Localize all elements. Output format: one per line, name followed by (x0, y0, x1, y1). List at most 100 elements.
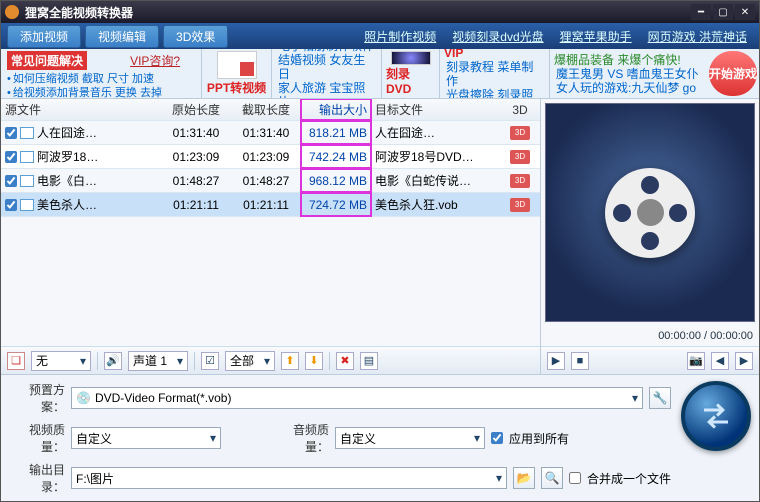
col-cut-len[interactable]: 截取长度 (231, 99, 301, 120)
upgrade-vip[interactable]: 升级 VIP (444, 49, 523, 60)
select-icon[interactable]: ☑ (201, 352, 219, 370)
orig-len: 01:23:09 (161, 145, 231, 168)
table-row[interactable]: 阿波罗18…01:23:0901:23:09742.24 MB阿波罗18号DVD… (1, 145, 540, 169)
subtitle-select[interactable]: 无 (31, 351, 91, 371)
stop-button[interactable]: ■ (571, 352, 589, 370)
convert-button[interactable] (681, 381, 751, 451)
list-toolbar: ❏ 无 🔊 声道 1 ☑ 全部 ⬆ ⬇ ✖ ▤ (1, 346, 540, 374)
film-icon (20, 199, 34, 211)
merge-checkbox[interactable]: 合并成一个文件 (569, 470, 671, 487)
ad-link[interactable]: 家人旅游 宝宝照片 (278, 81, 375, 100)
row-checkbox[interactable] (5, 175, 17, 187)
file-table: 源文件 原始长度 截取长度 输出大小 目标文件 3D 人在囧途… 01:31:40… (1, 99, 540, 346)
prev-frame-button[interactable]: ◀ (711, 352, 729, 370)
ad-link[interactable]: 女人玩的游戏:九天仙梦 go (556, 81, 696, 95)
row-checkbox[interactable] (5, 151, 17, 163)
ppt-label: PPT转视频 (207, 79, 266, 96)
minimize-button[interactable]: ━ (691, 4, 711, 20)
snapshot-button[interactable]: 📷 (687, 352, 705, 370)
preview-viewport (545, 103, 755, 322)
vip-link[interactable]: VIP咨询? (130, 54, 180, 68)
start-game-button[interactable]: 开始游戏 (709, 51, 757, 96)
ad-dvd[interactable]: 刻录DVD (381, 49, 439, 98)
table-row[interactable]: 美色杀人…01:21:1101:21:11724.72 MB美色杀人狂.vob3… (1, 193, 540, 217)
src-name: 美色杀人… (37, 196, 97, 213)
table-row[interactable]: 人在囧途…01:31:4001:31:40818.21 MB人在囧途…3D (1, 121, 540, 145)
nav-link[interactable]: 网页游戏 洪荒神话 (648, 28, 747, 45)
target-name: 电影《白蛇传说… (371, 169, 500, 192)
3d-badge-icon[interactable]: 3D (510, 150, 530, 164)
browse-folder-button[interactable]: 🔍 (541, 467, 563, 489)
subtitle-icon[interactable]: ❏ (7, 352, 25, 370)
ad-text[interactable]: 爆棚品装备 来爆个痛快! (554, 53, 681, 67)
audio-track-select[interactable]: 声道 1 (128, 351, 188, 371)
target-name: 阿波罗18号DVD… (371, 145, 500, 168)
orig-len: 01:31:40 (161, 121, 231, 144)
ad-ppt[interactable]: PPT转视频 (201, 49, 271, 98)
col-3d[interactable]: 3D (500, 99, 540, 120)
nav-link[interactable]: 狸窝苹果助手 (560, 28, 632, 45)
preset-label: 预置方案： (9, 381, 65, 415)
titlebar: 狸窝全能视频转换器 ━ ▢ ✕ (1, 1, 759, 23)
3d-badge-icon[interactable]: 3D (510, 126, 530, 140)
video-quality-combo[interactable]: 自定义 (71, 427, 221, 449)
cut-len: 01:21:11 (231, 193, 301, 216)
faq-item[interactable]: 给视频添加背景音乐 更换 去掉 (7, 86, 195, 99)
banner: 常见问题解决 VIP咨询? 如何压缩视频 截取 尺寸 加速 给视频添加背景音乐 … (1, 49, 759, 99)
3d-badge-icon[interactable]: 3D (510, 174, 530, 188)
maximize-button[interactable]: ▢ (713, 4, 733, 20)
ad-col1: 电子相册制作软件 结婚视频 女友生日 家人旅游 宝宝照片 (271, 49, 381, 98)
select-scope[interactable]: 全部 (225, 351, 275, 371)
preset-settings-button[interactable]: 🔧 (649, 387, 671, 409)
time-display: 00:00:00 / 00:00:00 (541, 326, 759, 346)
row-checkbox[interactable] (5, 199, 17, 211)
ad-col2: 菜鸟刻录 升级 VIP 刻录教程 菜单制作 光盘擦除 刻录照片 (439, 49, 549, 98)
vquality-label: 视频质量： (9, 421, 65, 455)
clear-button[interactable]: ▤ (360, 352, 378, 370)
file-panel: 源文件 原始长度 截取长度 输出大小 目标文件 3D 人在囧途… 01:31:40… (1, 99, 541, 374)
app-window: 狸窝全能视频转换器 ━ ▢ ✕ 添加视频 视频编辑 3D效果 照片制作视频 视频… (0, 0, 760, 502)
ad-link[interactable]: 刻录教程 菜单制作 (446, 60, 543, 88)
ad-link[interactable]: 魔王鬼男 VS 嗜血鬼王女仆 (556, 67, 699, 81)
col-out-size[interactable]: 输出大小 (301, 99, 371, 120)
film-reel-icon (605, 168, 695, 258)
aquality-label: 音频质量： (273, 421, 329, 455)
preview-toolbar: ▶ ■ 📷 ◀ ▶ (541, 346, 759, 374)
nav-link[interactable]: 照片制作视频 (364, 28, 436, 45)
table-row[interactable]: 电影《白…01:48:2701:48:27968.12 MB电影《白蛇传说…3D (1, 169, 540, 193)
preset-combo[interactable]: 💿 DVD-Video Format(*.vob) (71, 387, 643, 409)
col-target[interactable]: 目标文件 (371, 99, 500, 120)
cut-len: 01:48:27 (231, 169, 301, 192)
play-button[interactable]: ▶ (547, 352, 565, 370)
output-dir-combo[interactable]: F:\图片 (71, 467, 507, 489)
3d-badge-icon[interactable]: 3D (510, 198, 530, 212)
col-source[interactable]: 源文件 (1, 99, 161, 120)
col-orig-len[interactable]: 原始长度 (161, 99, 231, 120)
move-up-button[interactable]: ⬆ (281, 352, 299, 370)
preview-panel: 00:00:00 / 00:00:00 ▶ ■ 📷 ◀ ▶ (541, 99, 759, 374)
nav-link[interactable]: 视频刻录dvd光盘 (452, 28, 543, 45)
video-edit-button[interactable]: 视频编辑 (85, 25, 159, 48)
film-icon (20, 175, 34, 187)
audio-icon[interactable]: 🔊 (104, 352, 122, 370)
ad-link[interactable]: 结婚视频 女友生日 (278, 53, 375, 81)
out-size: 968.12 MB (301, 169, 371, 192)
close-button[interactable]: ✕ (735, 4, 755, 20)
effect-3d-button[interactable]: 3D效果 (163, 25, 228, 48)
target-name: 人在囧途… (371, 121, 500, 144)
out-size: 742.24 MB (301, 145, 371, 168)
faq-item[interactable]: 如何压缩视频 截取 尺寸 加速 (7, 72, 195, 86)
open-folder-button[interactable]: 📂 (513, 467, 535, 489)
cut-len: 01:31:40 (231, 121, 301, 144)
audio-quality-combo[interactable]: 自定义 (335, 427, 485, 449)
delete-button[interactable]: ✖ (336, 352, 354, 370)
move-down-button[interactable]: ⬇ (305, 352, 323, 370)
apply-all-checkbox[interactable]: 应用到所有 (491, 430, 569, 447)
src-name: 人在囧途… (37, 124, 97, 141)
table-header: 源文件 原始长度 截取长度 输出大小 目标文件 3D (1, 99, 540, 121)
row-checkbox[interactable] (5, 127, 17, 139)
ad-link[interactable]: 光盘擦除 刻录照片 (446, 88, 543, 100)
add-video-button[interactable]: 添加视频 (7, 25, 81, 48)
faq-box: 常见问题解决 VIP咨询? 如何压缩视频 截取 尺寸 加速 给视频添加背景音乐 … (1, 49, 201, 98)
next-frame-button[interactable]: ▶ (735, 352, 753, 370)
